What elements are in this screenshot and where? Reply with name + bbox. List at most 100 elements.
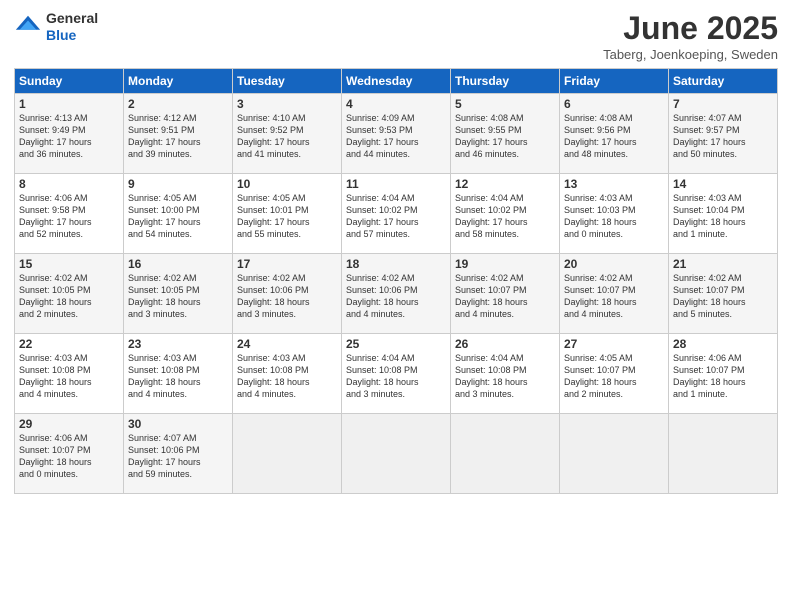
day-number: 13 <box>564 177 664 191</box>
col-monday: Monday <box>124 69 233 94</box>
day-number: 12 <box>455 177 555 191</box>
cell-w3-d0: 15Sunrise: 4:02 AM Sunset: 10:05 PM Dayl… <box>15 254 124 334</box>
cell-w3-d6: 21Sunrise: 4:02 AM Sunset: 10:07 PM Dayl… <box>669 254 778 334</box>
cell-w3-d5: 20Sunrise: 4:02 AM Sunset: 10:07 PM Dayl… <box>560 254 669 334</box>
cell-w2-d2: 10Sunrise: 4:05 AM Sunset: 10:01 PM Dayl… <box>233 174 342 254</box>
day-number: 6 <box>564 97 664 111</box>
cell-w4-d3: 25Sunrise: 4:04 AM Sunset: 10:08 PM Dayl… <box>342 334 451 414</box>
day-info: Sunrise: 4:07 AM Sunset: 9:57 PM Dayligh… <box>673 112 773 161</box>
day-info: Sunrise: 4:05 AM Sunset: 10:07 PM Daylig… <box>564 352 664 401</box>
cell-w4-d2: 24Sunrise: 4:03 AM Sunset: 10:08 PM Dayl… <box>233 334 342 414</box>
day-info: Sunrise: 4:02 AM Sunset: 10:07 PM Daylig… <box>673 272 773 321</box>
cell-w5-d2 <box>233 414 342 494</box>
cell-w5-d3 <box>342 414 451 494</box>
logo-icon <box>14 13 42 41</box>
cell-w4-d1: 23Sunrise: 4:03 AM Sunset: 10:08 PM Dayl… <box>124 334 233 414</box>
day-info: Sunrise: 4:02 AM Sunset: 10:05 PM Daylig… <box>19 272 119 321</box>
day-info: Sunrise: 4:04 AM Sunset: 10:02 PM Daylig… <box>455 192 555 241</box>
week-row-1: 1Sunrise: 4:13 AM Sunset: 9:49 PM Daylig… <box>15 94 778 174</box>
col-friday: Friday <box>560 69 669 94</box>
day-number: 21 <box>673 257 773 271</box>
day-info: Sunrise: 4:06 AM Sunset: 10:07 PM Daylig… <box>19 432 119 481</box>
week-row-4: 22 Sunrise: 4:03 AM Sunset: 10:08 PM Dayl… <box>15 334 778 414</box>
cell-w4-d6: 28Sunrise: 4:06 AM Sunset: 10:07 PM Dayl… <box>669 334 778 414</box>
day-number: 5 <box>455 97 555 111</box>
day-number: 29 <box>19 417 119 431</box>
day-number: 8 <box>19 177 119 191</box>
day-number: 24 <box>237 337 337 351</box>
day-number: 9 <box>128 177 228 191</box>
day-number: 18 <box>346 257 446 271</box>
title-block: June 2025 Taberg, Joenkoeping, Sweden <box>603 10 778 62</box>
day-info: Sunrise: 4:12 AM Sunset: 9:51 PM Dayligh… <box>128 112 228 161</box>
col-tuesday: Tuesday <box>233 69 342 94</box>
col-sunday: Sunday <box>15 69 124 94</box>
day-info: Sunrise: 4:13 AM Sunset: 9:49 PM Dayligh… <box>19 112 119 161</box>
day-info: Sunrise: 4:02 AM Sunset: 10:06 PM Daylig… <box>346 272 446 321</box>
cell-w3-d2: 17Sunrise: 4:02 AM Sunset: 10:06 PM Dayl… <box>233 254 342 334</box>
header: General Blue June 2025 Taberg, Joenkoepi… <box>14 10 778 62</box>
day-number: 10 <box>237 177 337 191</box>
day-info: Sunrise: 4:03 AM Sunset: 10:04 PM Daylig… <box>673 192 773 241</box>
cell-w3-d1: 16Sunrise: 4:02 AM Sunset: 10:05 PM Dayl… <box>124 254 233 334</box>
day-info: Sunrise: 4:09 AM Sunset: 9:53 PM Dayligh… <box>346 112 446 161</box>
day-number: 4 <box>346 97 446 111</box>
week-row-3: 15Sunrise: 4:02 AM Sunset: 10:05 PM Dayl… <box>15 254 778 334</box>
week-row-5: 29Sunrise: 4:06 AM Sunset: 10:07 PM Dayl… <box>15 414 778 494</box>
day-info: Sunrise: 4:08 AM Sunset: 9:56 PM Dayligh… <box>564 112 664 161</box>
col-thursday: Thursday <box>451 69 560 94</box>
day-info: Sunrise: 4:02 AM Sunset: 10:06 PM Daylig… <box>237 272 337 321</box>
subtitle: Taberg, Joenkoeping, Sweden <box>603 47 778 62</box>
cell-w1-d5: 6Sunrise: 4:08 AM Sunset: 9:56 PM Daylig… <box>560 94 669 174</box>
day-info: Sunrise: 4:02 AM Sunset: 10:05 PM Daylig… <box>128 272 228 321</box>
page: General Blue June 2025 Taberg, Joenkoepi… <box>0 0 792 612</box>
day-number: 17 <box>237 257 337 271</box>
header-row: Sunday Monday Tuesday Wednesday Thursday… <box>15 69 778 94</box>
logo: General Blue <box>14 10 98 44</box>
cell-w5-d0: 29Sunrise: 4:06 AM Sunset: 10:07 PM Dayl… <box>15 414 124 494</box>
cell-w4-d0: 22Sunrise: 4:03 AM Sunset: 10:08 PM Dayl… <box>15 334 124 414</box>
day-info: Sunrise: 4:06 AM Sunset: 9:58 PM Dayligh… <box>19 192 119 241</box>
day-info: Sunrise: 4:04 AM Sunset: 10:02 PM Daylig… <box>346 192 446 241</box>
cell-w4-d4: 26Sunrise: 4:04 AM Sunset: 10:08 PM Dayl… <box>451 334 560 414</box>
day-info: Sunrise: 4:03 AM Sunset: 10:08 PM Daylig… <box>237 352 337 401</box>
day-number: 11 <box>346 177 446 191</box>
cell-w1-d0: 1Sunrise: 4:13 AM Sunset: 9:49 PM Daylig… <box>15 94 124 174</box>
calendar-table: Sunday Monday Tuesday Wednesday Thursday… <box>14 68 778 494</box>
day-info: Sunrise: 4:10 AM Sunset: 9:52 PM Dayligh… <box>237 112 337 161</box>
cell-w5-d6 <box>669 414 778 494</box>
cell-w5-d1: 30Sunrise: 4:07 AM Sunset: 10:06 PM Dayl… <box>124 414 233 494</box>
week-row-2: 8Sunrise: 4:06 AM Sunset: 9:58 PM Daylig… <box>15 174 778 254</box>
day-number: 3 <box>237 97 337 111</box>
day-info: Sunrise: 4:08 AM Sunset: 9:55 PM Dayligh… <box>455 112 555 161</box>
day-info: Sunrise: 4:04 AM Sunset: 10:08 PM Daylig… <box>455 352 555 401</box>
col-wednesday: Wednesday <box>342 69 451 94</box>
day-info: Sunrise: 4:05 AM Sunset: 10:01 PM Daylig… <box>237 192 337 241</box>
day-number: 19 <box>455 257 555 271</box>
day-number: 16 <box>128 257 228 271</box>
cell-w5-d5 <box>560 414 669 494</box>
cell-w2-d6: 14Sunrise: 4:03 AM Sunset: 10:04 PM Dayl… <box>669 174 778 254</box>
cell-w1-d6: 7Sunrise: 4:07 AM Sunset: 9:57 PM Daylig… <box>669 94 778 174</box>
day-number: 20 <box>564 257 664 271</box>
day-number: 1 <box>19 97 119 111</box>
day-info: Sunrise: 4:05 AM Sunset: 10:00 PM Daylig… <box>128 192 228 241</box>
day-number: 30 <box>128 417 228 431</box>
day-number: 7 <box>673 97 773 111</box>
logo-text: General Blue <box>46 10 98 44</box>
cell-w1-d2: 3Sunrise: 4:10 AM Sunset: 9:52 PM Daylig… <box>233 94 342 174</box>
day-number: 14 <box>673 177 773 191</box>
cell-w4-d5: 27Sunrise: 4:05 AM Sunset: 10:07 PM Dayl… <box>560 334 669 414</box>
day-info: Sunrise: 4:07 AM Sunset: 10:06 PM Daylig… <box>128 432 228 481</box>
day-info: Sunrise: 4:03 AM Sunset: 10:08 PM Daylig… <box>128 352 228 401</box>
day-number: 27 <box>564 337 664 351</box>
day-number: 15 <box>19 257 119 271</box>
day-info: Sunrise: 4:02 AM Sunset: 10:07 PM Daylig… <box>564 272 664 321</box>
day-number: 22 <box>19 337 119 351</box>
day-number: 25 <box>346 337 446 351</box>
cell-w1-d3: 4Sunrise: 4:09 AM Sunset: 9:53 PM Daylig… <box>342 94 451 174</box>
cell-w2-d0: 8Sunrise: 4:06 AM Sunset: 9:58 PM Daylig… <box>15 174 124 254</box>
day-number: 26 <box>455 337 555 351</box>
day-number: 23 <box>128 337 228 351</box>
cell-w5-d4 <box>451 414 560 494</box>
